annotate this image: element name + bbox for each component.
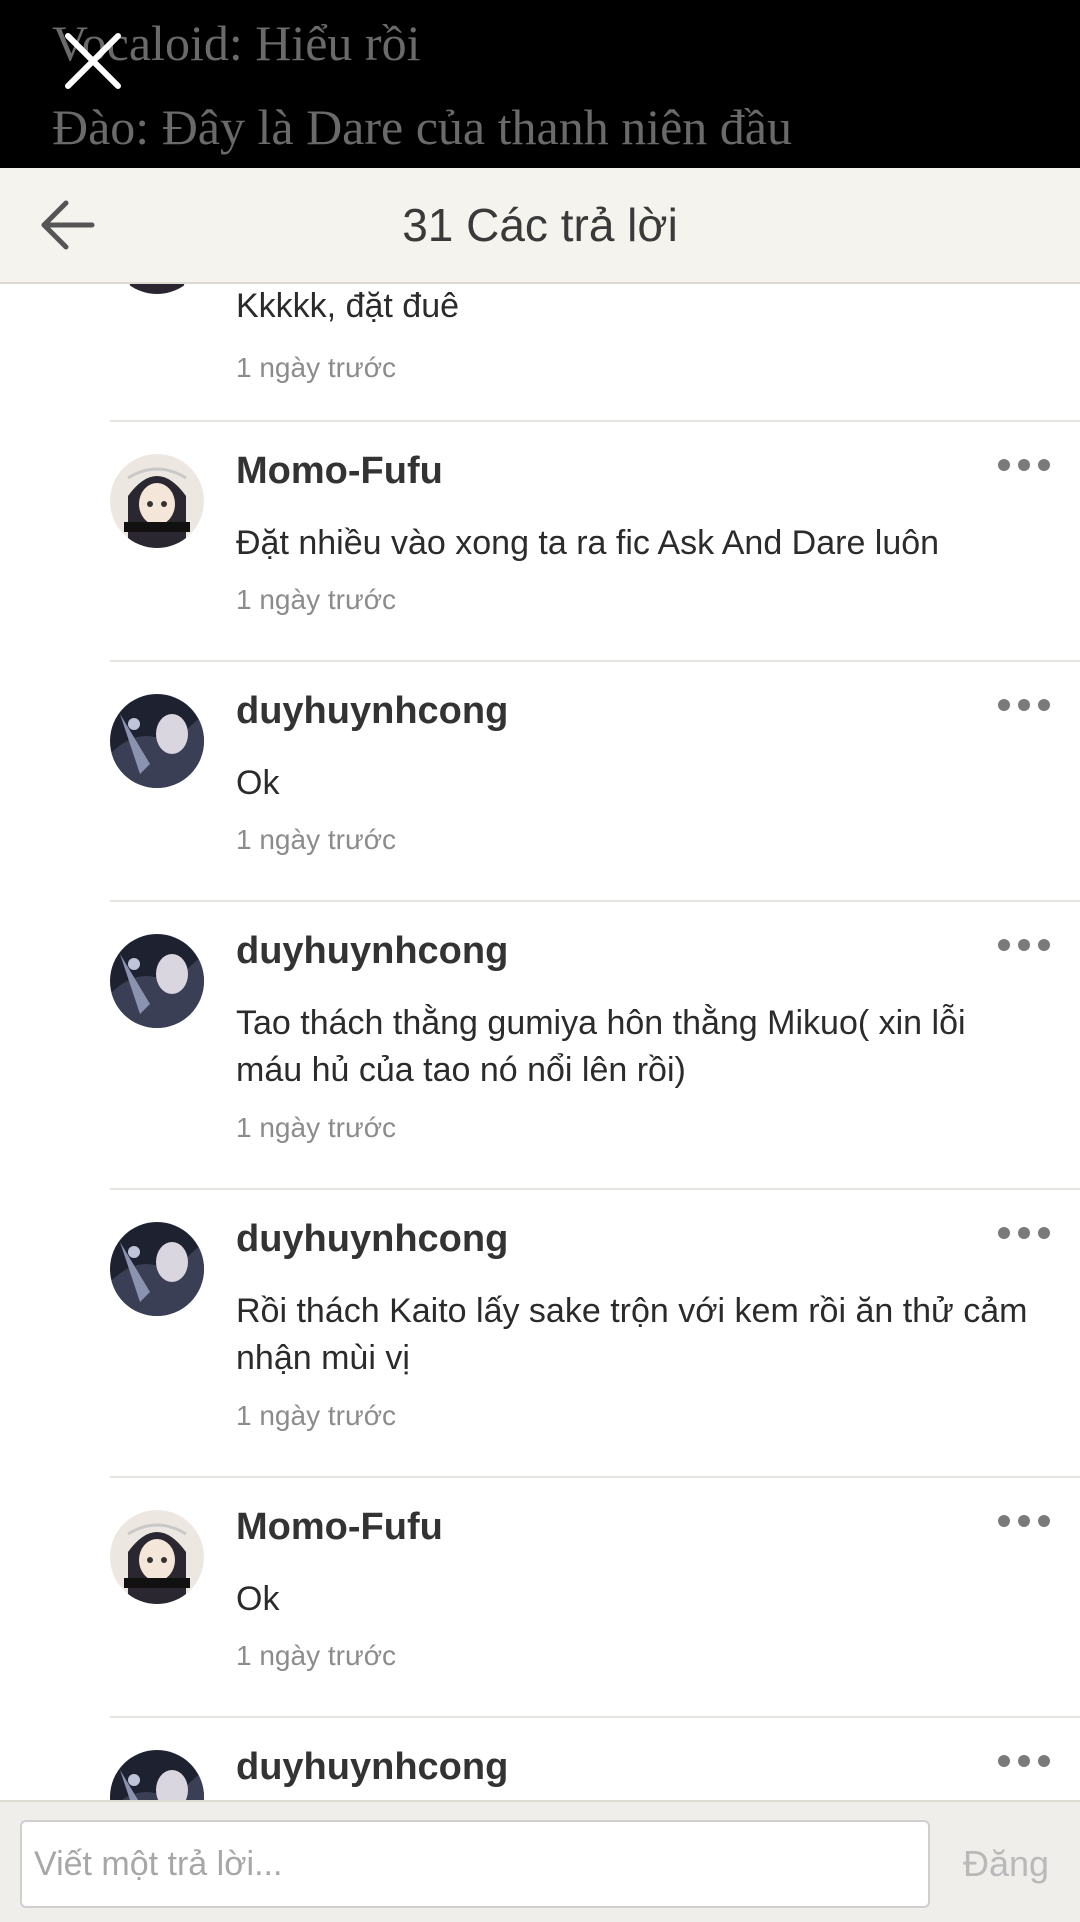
divider bbox=[110, 420, 1080, 422]
reply-time: 1 ngày trước bbox=[236, 1112, 397, 1143]
post-button[interactable]: Đăng bbox=[946, 1832, 1066, 1896]
more-dots-icon bbox=[998, 939, 1010, 951]
more-dots-icon bbox=[998, 1515, 1010, 1527]
reply-time: 1 ngày trước bbox=[236, 584, 397, 615]
avatar[interactable] bbox=[110, 694, 204, 788]
reply-time: 1 ngày trước bbox=[236, 352, 397, 383]
anime-girl-avatar-image bbox=[110, 454, 204, 548]
divider bbox=[110, 1476, 1080, 1478]
reply-time: 1 ngày trước bbox=[236, 1400, 397, 1431]
more-options-button[interactable] bbox=[996, 1746, 1052, 1776]
list-item: duyhuynhcong Ok 1 ngày trước bbox=[0, 660, 1080, 900]
reply-time: 1 ngày trước bbox=[236, 1640, 397, 1671]
reply-username[interactable]: duyhuynhcong bbox=[236, 690, 508, 733]
reply-username[interactable]: duyhuynhcong bbox=[236, 1746, 508, 1789]
divider bbox=[110, 1716, 1080, 1718]
reply-username[interactable]: Momo-Fufu bbox=[236, 1506, 443, 1549]
reply-username[interactable]: duyhuynhcong bbox=[236, 930, 508, 973]
reply-time: 1 ngày trước bbox=[236, 824, 397, 855]
avatar[interactable] bbox=[110, 284, 204, 294]
avatar[interactable] bbox=[110, 1222, 204, 1316]
divider bbox=[110, 1188, 1080, 1190]
page-title: 31 Các trả lời bbox=[402, 199, 678, 251]
dark-anime-avatar-image bbox=[110, 694, 204, 788]
reply-text: Đặt nhiều vào xong ta ra fic Ask And Dar… bbox=[236, 524, 940, 562]
avatar[interactable] bbox=[110, 934, 204, 1028]
more-dots-icon bbox=[998, 459, 1010, 471]
avatar[interactable] bbox=[110, 1750, 204, 1800]
divider bbox=[110, 660, 1080, 662]
more-dots-icon bbox=[998, 699, 1010, 711]
more-options-button[interactable] bbox=[996, 450, 1052, 480]
list-item: duyhuynhcong Rồi thách Kaito lấy sake tr… bbox=[0, 1188, 1080, 1476]
list-item: duyhuynhcong Tao thách thằng gumiya hôn … bbox=[0, 900, 1080, 1188]
reply-username[interactable]: Momo-Fufu bbox=[236, 450, 443, 493]
close-icon bbox=[65, 33, 121, 89]
replies-header: 31 Các trả lời bbox=[0, 168, 1080, 284]
more-options-button[interactable] bbox=[996, 1506, 1052, 1536]
reply-text: Rồi thách Kaito lấy sake trộn với kem rồ… bbox=[236, 1292, 1028, 1377]
list-item: Momo-Fufu Ok 1 ngày trước bbox=[0, 1476, 1080, 1716]
close-button[interactable] bbox=[60, 28, 126, 94]
more-options-button[interactable] bbox=[996, 1218, 1052, 1248]
anime-girl-avatar-image bbox=[110, 284, 204, 294]
more-options-button[interactable] bbox=[996, 690, 1052, 720]
more-dots-icon bbox=[998, 1755, 1010, 1767]
replies-list[interactable]: Kkkkk, đặt đuê 1 ngày trước Momo-Fufu Đặ… bbox=[0, 284, 1080, 1800]
story-background: Vocaloid: Hiểu rồi Đào: Đây là Dare của … bbox=[0, 0, 1080, 168]
reply-text: Kkkkk, đặt đuê bbox=[236, 287, 460, 325]
reply-text: Ok bbox=[236, 764, 280, 802]
reply-username[interactable]: duyhuynhcong bbox=[236, 1218, 508, 1261]
dark-anime-avatar-image bbox=[110, 934, 204, 1028]
reply-text: Tao thách thằng gumiya hôn thằng Mikuo( … bbox=[236, 1004, 966, 1089]
avatar[interactable] bbox=[110, 1510, 204, 1604]
reply-input[interactable] bbox=[20, 1820, 930, 1908]
story-line-2: Đào: Đây là Dare của thanh niên đầu bbox=[52, 99, 792, 155]
more-dots-icon bbox=[998, 1227, 1010, 1239]
reply-text: Ok bbox=[236, 1580, 280, 1618]
anime-girl-avatar-image bbox=[110, 1510, 204, 1604]
reply-composer: Đăng bbox=[0, 1800, 1080, 1922]
dark-anime-avatar-image bbox=[110, 1222, 204, 1316]
list-item: Momo-Fufu Đặt nhiều vào xong ta ra fic A… bbox=[0, 420, 1080, 660]
divider bbox=[110, 900, 1080, 902]
list-item: Kkkkk, đặt đuê 1 ngày trước bbox=[0, 284, 1080, 420]
list-item: duyhuynhcong bbox=[0, 1716, 1080, 1800]
avatar[interactable] bbox=[110, 454, 204, 548]
dark-anime-avatar-image bbox=[110, 1750, 204, 1800]
more-options-button[interactable] bbox=[996, 930, 1052, 960]
